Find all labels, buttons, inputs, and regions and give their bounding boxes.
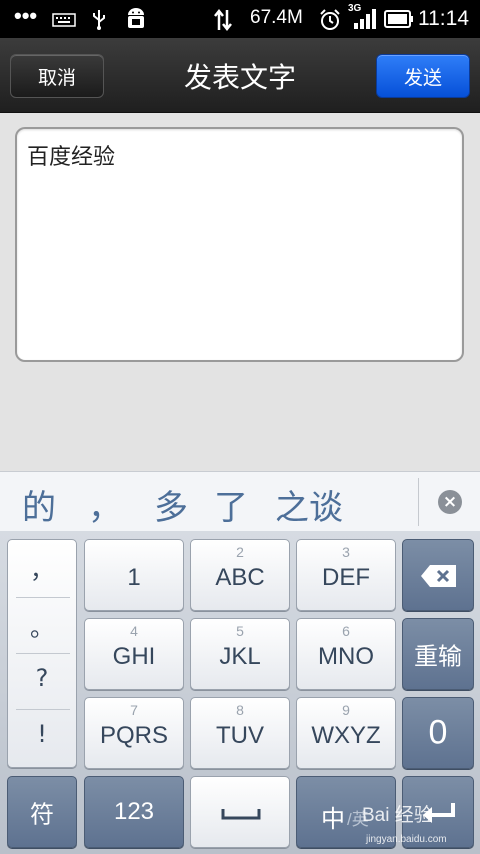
punct-period-key[interactable]: 。 [8,608,76,643]
backspace-icon [420,564,458,593]
close-candidates-icon[interactable]: × [438,490,462,514]
key-label: PQRS [99,722,168,749]
key-1[interactable]: 1 [84,539,184,611]
punct-question-key[interactable]: ? [8,664,76,692]
key-digit: 8 [236,702,244,718]
divider [16,597,70,598]
key-9-wxyz[interactable]: 9 WXYZ [296,697,396,769]
key-5-jkl[interactable]: 5 JKL [190,618,290,690]
baidu-watermark-url: jingyan.baidu.com [366,834,447,845]
candidate-item[interactable]: 了 [214,480,248,529]
key-digit: 4 [130,623,138,639]
key-8-tuv[interactable]: 8 TUV [190,697,290,769]
key-digit: 7 [130,702,138,718]
post-text-content: 百度经验 [27,145,116,170]
key-label: WXYZ [311,722,381,749]
candidate-item[interactable]: 多 [154,480,188,529]
key-label: 重输 [414,643,462,671]
send-button[interactable]: 发送 [376,54,470,98]
key-digit: 6 [342,623,350,639]
usb-icon [90,8,108,34]
post-text-input[interactable]: 百度经验 [15,127,464,362]
key-label: JKL [219,643,261,670]
ime-candidate-bar: 的 ， 多 了 之谈 × [0,471,480,533]
numeric-key[interactable]: 123 [84,776,184,848]
key-digit: 5 [236,623,244,639]
key-label: GHI [112,643,156,670]
key-label: DEF [322,564,370,591]
key-label: MNO [318,643,374,670]
key-digit: 9 [342,702,350,718]
key-label: 符 [30,801,54,829]
candidate-item[interactable]: 之谈 [275,480,343,529]
keyboard-icon [52,12,76,31]
key-label: ABC [215,564,265,591]
battery-icon [384,10,414,32]
key-digit: 3 [342,544,350,560]
title-bar: 取消 发表文字 发送 [0,38,480,113]
lang-zh-label: 中 [321,806,345,833]
candidate-item[interactable]: ， [88,480,122,529]
status-bar: ••• 67.4M 3G 11:14 [0,0,480,38]
key-7-pqrs[interactable]: 7 PQRS [84,697,184,769]
symbol-key[interactable]: 符 [7,776,77,848]
candidate-item[interactable]: 的 [22,480,56,529]
divider [16,709,70,710]
key-0[interactable]: 0 [402,697,474,769]
signal-icon [352,8,378,34]
key-label: 123 [113,798,155,825]
key-label: 1 [127,564,141,591]
retype-key[interactable]: 重输 [402,618,474,690]
punct-exclaim-key[interactable]: ! [8,720,76,748]
key-digit: 2 [236,544,244,560]
baidu-watermark: Bai 经验 [362,805,433,826]
key-2-abc[interactable]: 2 ABC [190,539,290,611]
backspace-key[interactable] [402,539,474,611]
android-debug-icon [124,7,148,35]
clock: 11:14 [418,7,469,30]
data-transfer-icon [212,8,234,36]
key-label: 0 [428,713,448,752]
divider [16,653,70,654]
punctuation-column: ， 。 ? ! [7,539,77,768]
data-speed: 67.4M [250,7,303,28]
alarm-icon [318,8,342,36]
space-icon [221,805,261,826]
punct-comma-key[interactable]: ， [8,550,76,585]
key-6-mno[interactable]: 6 MNO [296,618,396,690]
key-3-def[interactable]: 3 DEF [296,539,396,611]
notification-dots: ••• [14,3,38,28]
key-label: TUV [216,722,264,749]
key-4-ghi[interactable]: 4 GHI [84,618,184,690]
candidate-divider [418,478,419,526]
space-key[interactable] [190,776,290,848]
